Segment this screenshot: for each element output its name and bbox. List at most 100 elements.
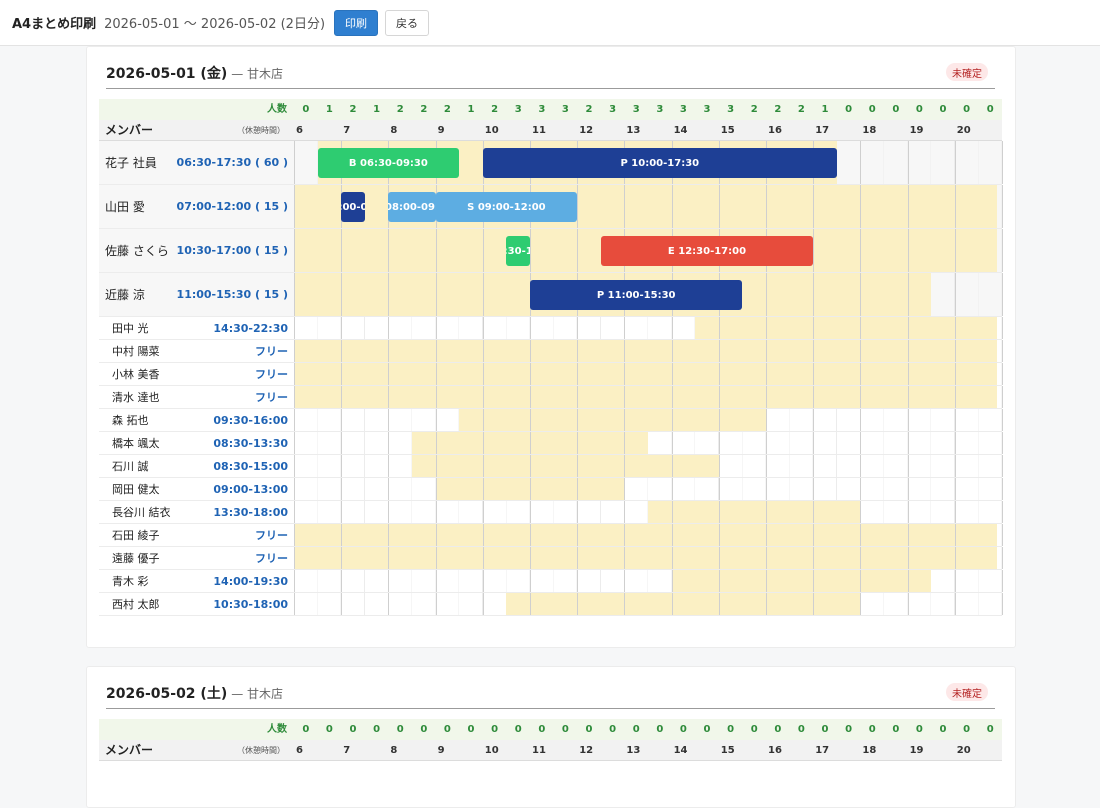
hour-gridline <box>907 570 909 592</box>
day-card: 2026-05-02 (土) — 甘木店 未確定 人数 0 0 0 0 0 0 0 0 0 0 0 0 0 0 0 0… <box>86 666 1016 808</box>
staff-count: 0 <box>656 724 664 735</box>
hour-gridline <box>482 229 484 272</box>
staff-count: 0 <box>845 104 853 115</box>
member-row: 岡田 健太 09:00-13:00 <box>99 478 1003 501</box>
hour-gridline <box>813 432 815 454</box>
hour-label: 13 <box>626 125 641 136</box>
shift-bar[interactable]: B 06:30-09:30 <box>317 148 460 178</box>
staff-count: 2 <box>491 104 499 115</box>
member-info: 岡田 健太 09:00-13:00 <box>99 478 294 501</box>
hour-gridline <box>530 340 531 362</box>
hour-label: 15 <box>720 125 735 136</box>
hour-gridline <box>482 317 484 339</box>
timeline: B 06:30-09:30 P 10:00-17:30 <box>294 141 1003 185</box>
staff-count: 0 <box>986 724 994 735</box>
hour-gridline <box>860 363 862 385</box>
shift-bar[interactable]: P 11:00-15:30 <box>530 280 743 310</box>
shift-bar[interactable]: 08:00-09: <box>388 192 436 222</box>
hour-gridline <box>530 317 531 339</box>
hour-label: 12 <box>579 125 594 136</box>
member-row: 森 拓也 09:30-16:00 <box>99 409 1003 432</box>
count-row: 人数 0 0 0 0 0 0 0 0 0 0 0 0 0 0 0 0 0 0 0 0 0 0 0 0 0 0 0 0 0 0 <box>99 719 1002 740</box>
member-name: 青木 彩 <box>112 575 149 588</box>
break-header: （休憩時間） <box>237 126 285 135</box>
hour-gridline <box>907 593 909 615</box>
hour-gridline <box>671 185 673 228</box>
print-button[interactable]: 印刷 <box>334 9 379 36</box>
member-time: フリー <box>255 391 288 404</box>
shift-bar[interactable]: E 12:30-17:00 <box>600 236 814 266</box>
hour-gridline <box>577 432 579 454</box>
timeline <box>294 386 1003 409</box>
member-name: 岡田 健太 <box>112 483 160 496</box>
availability-block <box>294 363 998 385</box>
hour-gridline <box>766 501 767 523</box>
shift-bar[interactable]: :00-0 <box>341 192 365 222</box>
member-time: 08:30-15:00 <box>213 460 288 473</box>
hour-gridline <box>671 363 673 385</box>
hour-gridline <box>907 478 909 500</box>
hour-gridline <box>671 593 673 615</box>
staff-count: 0 <box>632 724 640 735</box>
hour-gridline <box>907 363 909 385</box>
hour-gridline <box>435 229 437 272</box>
hour-gridline <box>860 432 862 454</box>
hour-gridline <box>954 363 956 385</box>
hour-gridline <box>435 273 437 316</box>
member-name: 石川 誠 <box>112 460 149 473</box>
hour-gridline <box>954 593 956 615</box>
hour-gridline <box>813 593 815 615</box>
timeline: :30-1 E 12:30-17:00 <box>294 229 1003 273</box>
back-button[interactable]: 戻る <box>385 9 430 36</box>
hour-label: 15 <box>720 745 735 756</box>
hour-gridline <box>530 593 531 615</box>
hour-gridline <box>624 185 626 228</box>
date-range: 2026-05-01 〜 2026-05-02 (2日分) <box>104 17 326 32</box>
date-label: 2026-05-01 (金) <box>106 66 228 82</box>
hour-gridline <box>954 386 956 408</box>
hour-gridline <box>1002 478 1003 500</box>
hour-gridline <box>294 363 295 385</box>
hour-gridline <box>388 386 390 408</box>
staff-count: 1 <box>373 104 381 115</box>
hour-gridline <box>907 547 909 569</box>
hour-label: 16 <box>768 125 782 136</box>
staff-count: 0 <box>325 724 333 735</box>
staff-count: 2 <box>420 104 428 115</box>
hour-gridline <box>1002 185 1003 228</box>
hour-gridline <box>1002 386 1003 408</box>
hour-gridline <box>341 317 343 339</box>
hour-gridline <box>766 363 767 385</box>
hour-gridline <box>813 363 815 385</box>
shift-bar[interactable]: S 09:00-12:00 <box>435 192 578 222</box>
hour-gridline <box>813 386 815 408</box>
hour-gridline <box>671 455 673 477</box>
hour-gridline <box>624 593 626 615</box>
hour-gridline <box>530 570 531 592</box>
hour-gridline <box>954 340 956 362</box>
staff-count: 0 <box>302 104 310 115</box>
member-name: 長谷川 結衣 <box>112 506 171 519</box>
hour-gridline <box>482 273 484 316</box>
shift-bar[interactable]: :30-1 <box>506 236 530 266</box>
hour-gridline <box>624 570 626 592</box>
hour-gridline <box>718 386 720 408</box>
hour-gridline <box>671 386 673 408</box>
hour-gridline <box>482 409 484 431</box>
hour-gridline <box>860 229 862 272</box>
hour-gridline <box>341 570 343 592</box>
hour-gridline <box>954 501 956 523</box>
availability-block <box>294 386 998 408</box>
hour-gridline <box>671 317 673 339</box>
hour-label: 6 <box>296 745 303 756</box>
hour-gridline <box>907 501 909 523</box>
hour-gridline <box>624 501 626 523</box>
member-time: 09:00-13:00 <box>213 483 288 496</box>
hour-gridline <box>954 570 956 592</box>
member-name: 清水 達也 <box>112 391 160 404</box>
hour-gridline <box>1002 547 1003 569</box>
hour-gridline <box>294 317 295 339</box>
count-label: 人数 <box>267 104 287 115</box>
member-row: 橋本 颯太 08:30-13:30 <box>99 432 1003 455</box>
shift-bar[interactable]: P 10:00-17:30 <box>482 148 837 178</box>
